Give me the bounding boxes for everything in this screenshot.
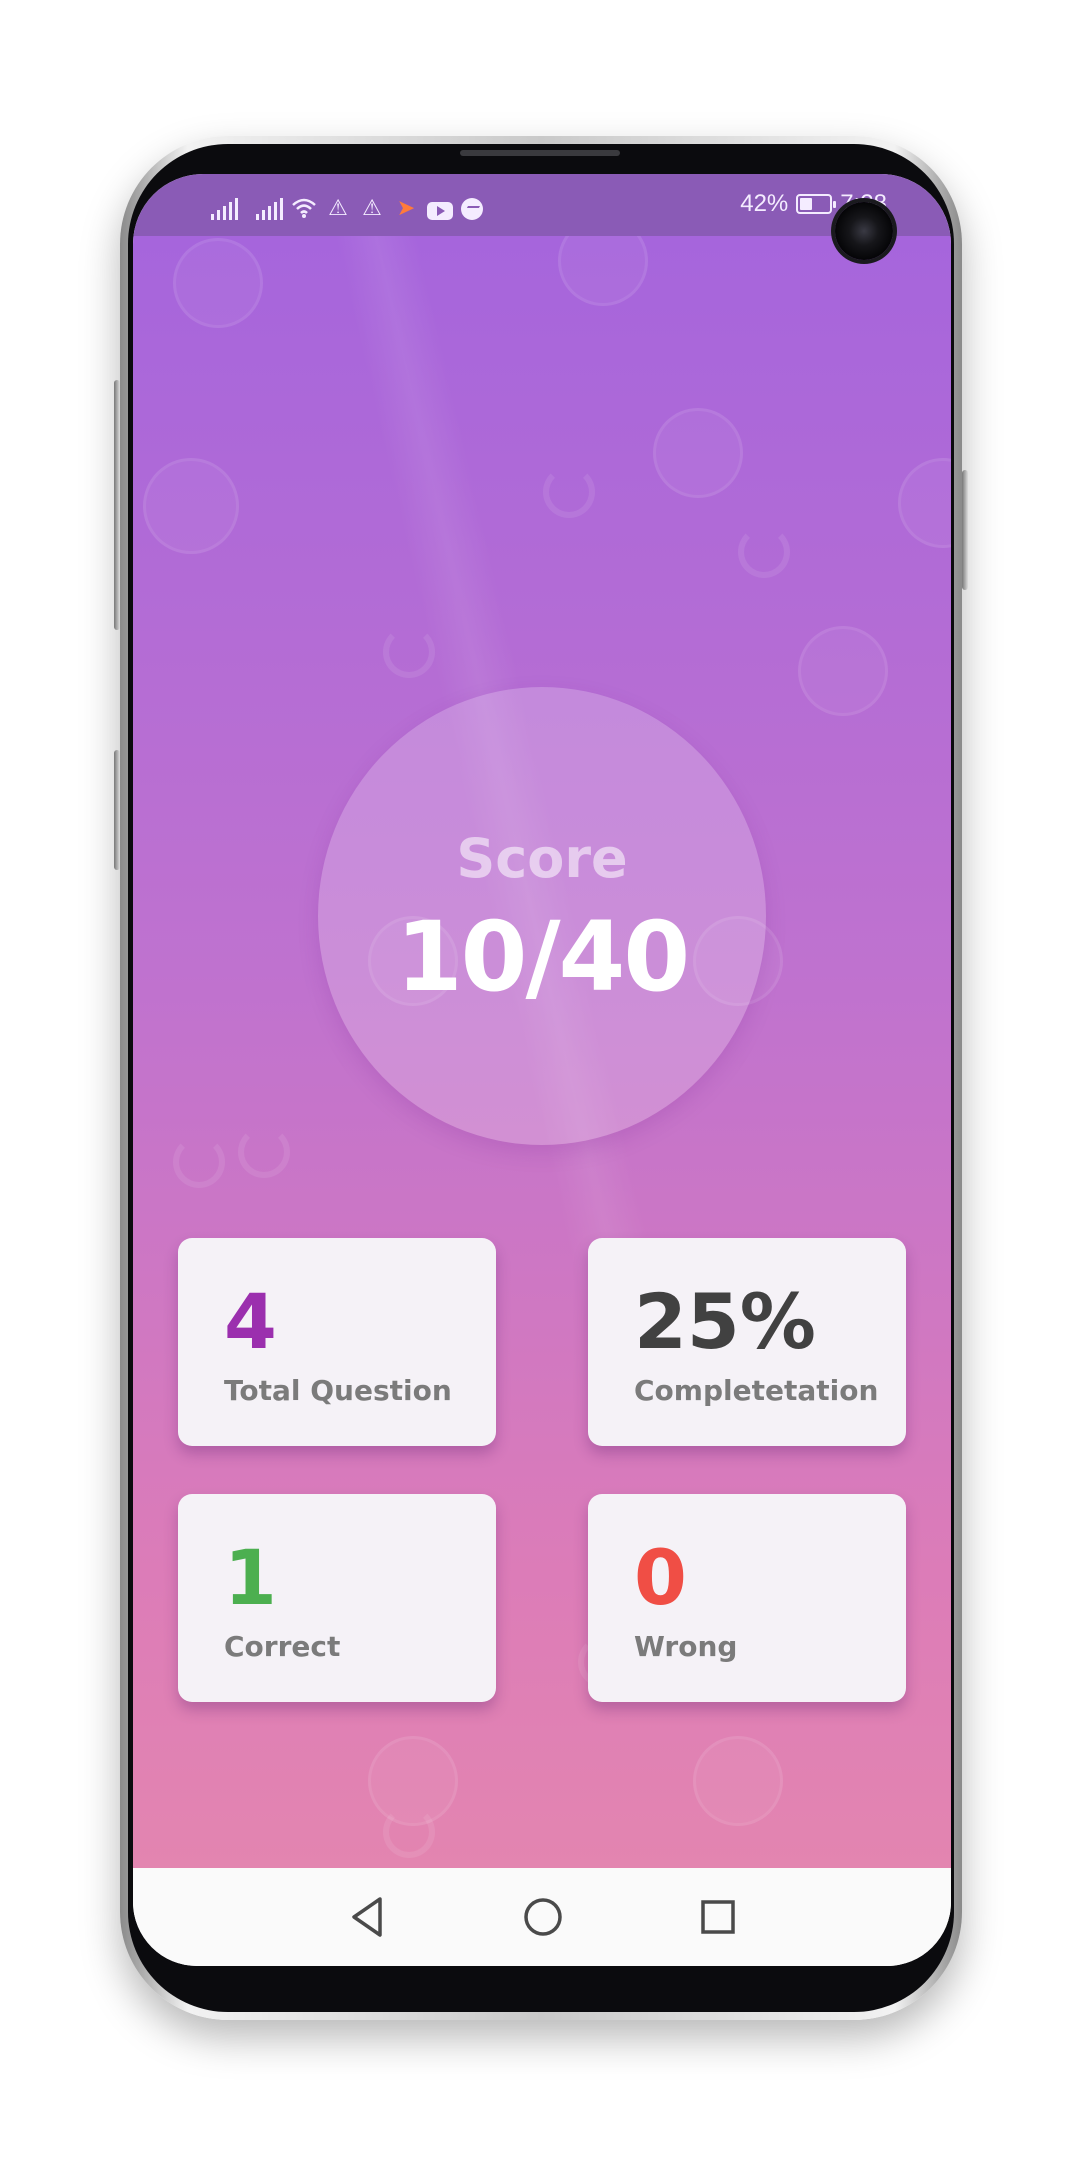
planet-doodle	[898, 458, 951, 548]
signal-icon	[256, 196, 283, 220]
arc-doodle	[738, 526, 790, 578]
signal-icon	[211, 196, 238, 220]
front-camera	[835, 202, 893, 260]
status-icons: ⚠ ⚠ ➤	[211, 188, 483, 220]
wrong-value: 0	[634, 1533, 687, 1622]
planet-doodle	[143, 458, 239, 554]
arc-doodle	[238, 1126, 290, 1178]
app-notification-icon: ➤	[396, 195, 416, 220]
score-label: Score	[456, 827, 628, 890]
total-question-value: 4	[224, 1277, 277, 1366]
warning-icon: ⚠	[362, 195, 382, 220]
earpiece-speaker	[460, 150, 620, 156]
bixby-button	[114, 750, 120, 870]
home-icon	[524, 1898, 562, 1936]
correct-value: 1	[224, 1533, 277, 1622]
youtube-icon	[427, 202, 453, 220]
completion-value: 25%	[634, 1277, 816, 1366]
back-button[interactable]	[343, 1892, 393, 1942]
battery-percent: 42%	[740, 190, 789, 217]
planet-doodle	[653, 408, 743, 498]
messenger-icon	[461, 198, 483, 220]
total-question-label: Total Question	[224, 1374, 452, 1407]
battery-level	[800, 198, 813, 210]
correct-label: Correct	[224, 1630, 341, 1663]
arc-doodle	[383, 1806, 435, 1858]
back-icon	[352, 1897, 382, 1937]
stat-card-completion: 25% Completetation	[588, 1238, 906, 1446]
wifi-icon	[291, 196, 317, 220]
result-screen: Score 10/40 4 Total Question 25% Complet…	[133, 236, 951, 1868]
planet-doodle	[558, 236, 648, 306]
score-circle: Score 10/40	[318, 687, 766, 1145]
planet-doodle	[693, 1736, 783, 1826]
phone-screen: ⚠ ⚠ ➤ 42% 7:28	[133, 174, 951, 1966]
stat-card-correct: 1 Correct	[178, 1494, 496, 1702]
completion-label: Completetation	[634, 1374, 879, 1407]
arc-doodle	[173, 1136, 225, 1188]
recents-icon	[701, 1900, 735, 1934]
volume-button	[114, 380, 120, 630]
status-bar: ⚠ ⚠ ➤ 42% 7:28	[133, 174, 951, 236]
stat-card-total-question: 4 Total Question	[178, 1238, 496, 1446]
stat-card-wrong: 0 Wrong	[588, 1494, 906, 1702]
warning-icon: ⚠	[328, 195, 348, 220]
navigation-bar	[133, 1868, 951, 1966]
planet-doodle	[173, 238, 263, 328]
score-value: 10/40	[395, 901, 690, 1013]
recents-button[interactable]	[693, 1892, 743, 1942]
planet-doodle	[798, 626, 888, 716]
battery-icon	[796, 194, 837, 214]
home-button[interactable]	[518, 1892, 568, 1942]
wrong-label: Wrong	[634, 1630, 738, 1663]
arc-doodle	[543, 466, 595, 518]
power-button	[962, 470, 968, 590]
